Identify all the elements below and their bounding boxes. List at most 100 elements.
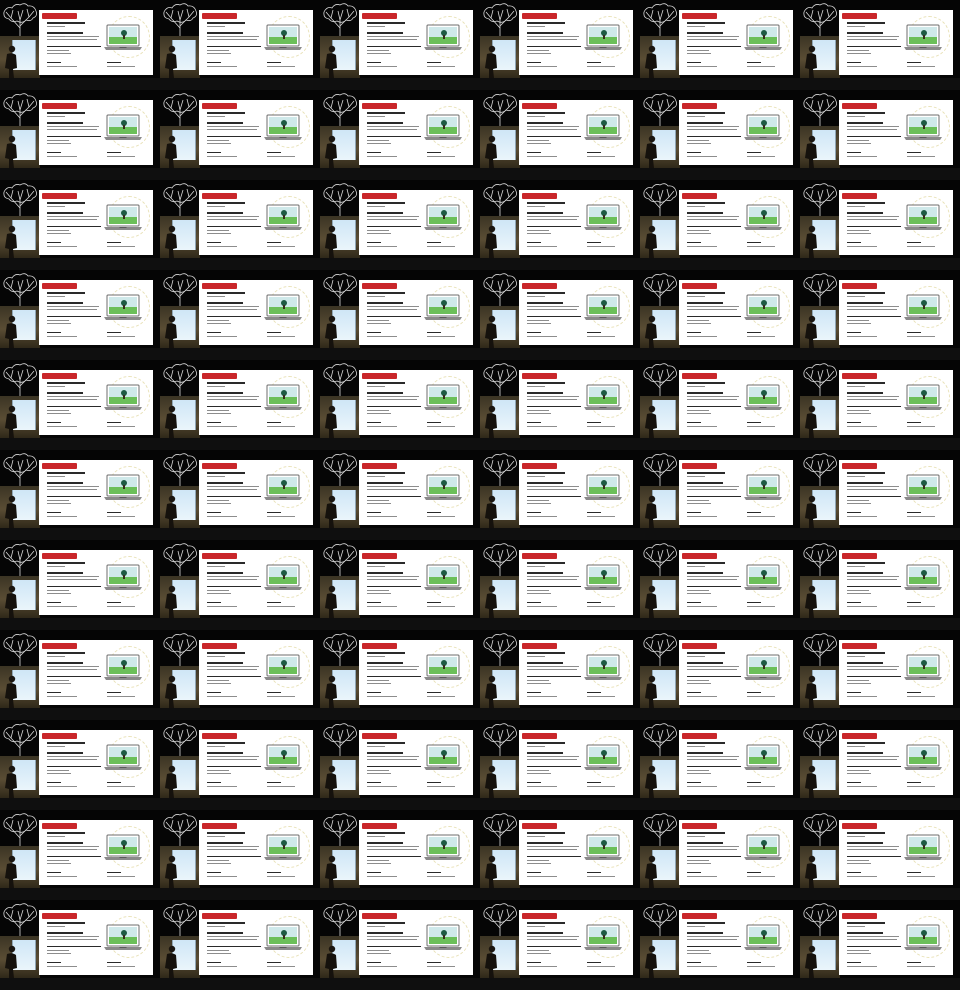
slide-footer-right: [747, 62, 777, 70]
video-thumbnail[interactable]: [0, 180, 160, 270]
laptop-icon: [904, 474, 942, 500]
video-thumbnail[interactable]: [160, 360, 320, 450]
video-thumbnail[interactable]: [480, 630, 640, 720]
video-thumbnail[interactable]: [160, 270, 320, 360]
presentation-slide: [39, 10, 153, 75]
video-thumbnail[interactable]: [160, 90, 320, 180]
slide-text-block: [47, 742, 103, 776]
video-thumbnail[interactable]: [0, 540, 160, 630]
slide-footer-right: [107, 512, 137, 520]
video-thumbnail[interactable]: [160, 180, 320, 270]
video-thumbnail[interactable]: [0, 810, 160, 900]
video-thumbnail[interactable]: [480, 540, 640, 630]
video-thumbnail[interactable]: [480, 90, 640, 180]
room-background: [640, 756, 680, 798]
person-icon: [805, 315, 817, 348]
video-thumbnail[interactable]: [800, 180, 960, 270]
presentation-slide: [199, 370, 313, 435]
video-thumbnail[interactable]: [480, 0, 640, 90]
video-thumbnail[interactable]: [800, 270, 960, 360]
brand-logo: [522, 13, 557, 19]
video-thumbnail[interactable]: [480, 720, 640, 810]
video-thumbnail[interactable]: [640, 450, 800, 540]
video-thumbnail[interactable]: [800, 810, 960, 900]
video-thumbnail[interactable]: [640, 180, 800, 270]
video-thumbnail[interactable]: [800, 360, 960, 450]
video-thumbnail[interactable]: [800, 630, 960, 720]
video-thumbnail[interactable]: [640, 540, 800, 630]
video-thumbnail[interactable]: [320, 810, 480, 900]
video-thumbnail[interactable]: [640, 720, 800, 810]
person-icon: [805, 675, 817, 708]
video-thumbnail[interactable]: [480, 360, 640, 450]
video-thumbnail[interactable]: [480, 810, 640, 900]
video-thumbnail[interactable]: [0, 360, 160, 450]
video-thumbnail[interactable]: [480, 450, 640, 540]
video-thumbnail[interactable]: [320, 90, 480, 180]
video-thumbnail[interactable]: [800, 0, 960, 90]
person-icon: [325, 135, 337, 168]
room-background: [480, 666, 520, 708]
slide-footer-right: [587, 512, 617, 520]
video-thumbnail[interactable]: [640, 0, 800, 90]
room-background: [480, 576, 520, 618]
video-thumbnail[interactable]: [320, 900, 480, 990]
video-thumbnail[interactable]: [320, 540, 480, 630]
video-thumbnail[interactable]: [320, 270, 480, 360]
video-thumbnail[interactable]: [160, 540, 320, 630]
video-thumbnail[interactable]: [480, 180, 640, 270]
video-thumbnail[interactable]: [0, 720, 160, 810]
video-thumbnail[interactable]: [160, 810, 320, 900]
room-background: [320, 396, 360, 438]
video-thumbnail[interactable]: [320, 630, 480, 720]
video-thumbnail[interactable]: [640, 900, 800, 990]
video-thumbnail[interactable]: [320, 720, 480, 810]
room-background: [480, 936, 520, 978]
video-thumbnail[interactable]: [0, 90, 160, 180]
video-thumbnail[interactable]: [320, 360, 480, 450]
video-thumbnail[interactable]: [800, 450, 960, 540]
room-background: [480, 486, 520, 528]
video-thumbnail[interactable]: [0, 450, 160, 540]
video-thumbnail[interactable]: [0, 630, 160, 720]
presentation-slide: [39, 190, 153, 255]
laptop-icon: [264, 294, 302, 320]
video-thumbnail[interactable]: [640, 90, 800, 180]
video-thumbnail[interactable]: [640, 630, 800, 720]
room-background: [0, 306, 40, 348]
video-thumbnail[interactable]: [160, 0, 320, 90]
slide-footer-left: [367, 242, 397, 250]
video-thumbnail[interactable]: [800, 90, 960, 180]
slide-text-block: [847, 472, 903, 506]
video-thumbnail[interactable]: [320, 180, 480, 270]
slide-text-block: [527, 22, 583, 56]
video-thumbnail[interactable]: [480, 270, 640, 360]
slide-footer-right: [427, 152, 457, 160]
video-thumbnail[interactable]: [640, 810, 800, 900]
video-thumbnail[interactable]: [0, 900, 160, 990]
video-thumbnail[interactable]: [0, 270, 160, 360]
thumbnail-scene: [640, 630, 800, 708]
video-thumbnail[interactable]: [320, 0, 480, 90]
video-thumbnail[interactable]: [480, 900, 640, 990]
video-thumbnail[interactable]: [640, 270, 800, 360]
video-thumbnail[interactable]: [640, 360, 800, 450]
slide-footer-right: [587, 962, 617, 970]
room-background: [640, 306, 680, 348]
room-background: [320, 846, 360, 888]
video-thumbnail[interactable]: [160, 450, 320, 540]
slide-footer-right: [587, 332, 617, 340]
video-thumbnail[interactable]: [800, 720, 960, 810]
video-thumbnail[interactable]: [160, 900, 320, 990]
presentation-slide: [519, 280, 633, 345]
video-thumbnail[interactable]: [160, 720, 320, 810]
video-thumbnail[interactable]: [320, 450, 480, 540]
video-thumbnail[interactable]: [800, 540, 960, 630]
video-thumbnail[interactable]: [0, 0, 160, 90]
slide-footer-right: [907, 782, 937, 790]
video-thumbnail[interactable]: [160, 630, 320, 720]
video-thumbnail[interactable]: [800, 900, 960, 990]
room-background: [800, 936, 840, 978]
presentation-slide: [839, 910, 953, 975]
brand-logo: [522, 913, 557, 919]
